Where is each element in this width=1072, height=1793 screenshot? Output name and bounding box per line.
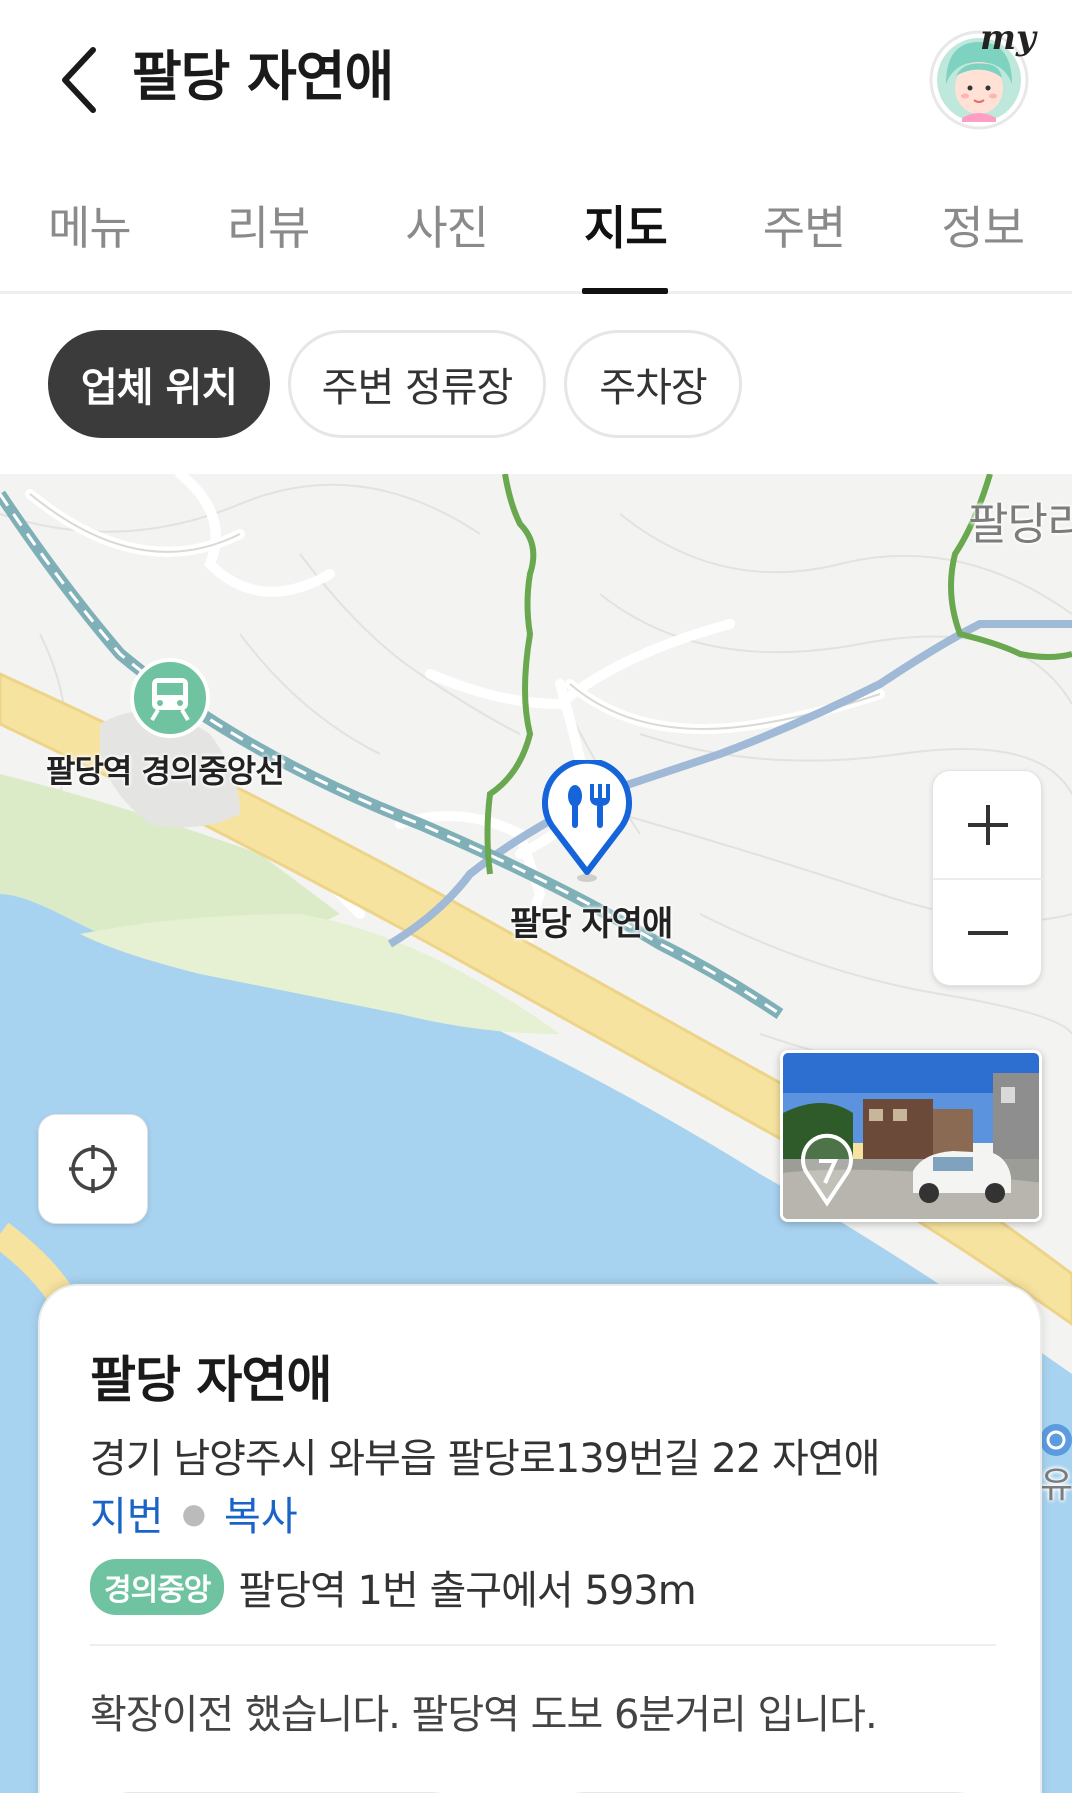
tab-menu[interactable]: 메뉴 [0,168,179,291]
train-station-icon[interactable] [130,658,210,738]
subway-line-badge: 경의중앙 [90,1559,225,1615]
tab-nearby[interactable]: 주변 [715,168,894,291]
copy-address-link[interactable]: 복사 [224,1484,298,1542]
zoom-control [932,770,1043,987]
zoom-in-button[interactable] [933,771,1043,879]
separator-dot: ● [181,1496,207,1530]
zoom-out-button[interactable] [933,879,1043,987]
chevron-left-icon [62,47,96,113]
map-filter-chips: 업체 위치 주변 정류장 주차장 [0,330,1072,438]
lot-number-link[interactable]: 지번 [90,1484,164,1542]
page-title: 팔당 자연애 [132,45,394,108]
my-profile-button[interactable]: my [928,18,1038,132]
roadview-photo [783,1053,1039,1219]
place-label: 팔당 자연애 [510,904,673,944]
chip-nearby-stops[interactable]: 주변 정류장 [288,330,546,438]
card-description: 확장이전 했습니다. 팔당역 도보 6분거리 입니다. [90,1692,878,1738]
crosshair-icon [69,1145,117,1193]
tab-map[interactable]: 지도 [536,168,715,291]
tab-review[interactable]: 리뷰 [179,168,358,291]
plus-icon [968,805,1008,845]
chip-parking[interactable]: 주차장 [564,330,742,438]
current-location-button[interactable] [38,1114,148,1224]
transit-info: 경의중앙 팔당역 1번 출구에서 593m [90,1558,697,1616]
tab-bar: 메뉴 리뷰 사진 지도 주변 정보 [0,168,1072,294]
card-address: 경기 남양주시 와부읍 팔당로139번길 22 자연애 [90,1436,880,1482]
card-divider [90,1644,996,1646]
chip-business-location[interactable]: 업체 위치 [48,330,270,438]
edge-area-label: 유 [1040,1465,1072,1506]
address-actions: 지번 ● 복사 [90,1484,298,1542]
area-label: 팔당리 [968,499,1072,550]
transit-text: 팔당역 1번 출구에서 593m [238,1568,696,1614]
restaurant-pin-icon[interactable] [538,760,636,884]
header: 팔당 자연애 my [0,0,1072,160]
tab-info[interactable]: 정보 [893,168,1072,291]
tab-photo[interactable]: 사진 [357,168,536,291]
roadview-thumbnail[interactable] [780,1050,1042,1222]
card-title: 팔당 자연애 [90,1351,332,1409]
minus-icon [968,931,1008,935]
my-label: my [980,18,1036,58]
back-button[interactable] [40,40,120,120]
station-label: 팔당역 경의중앙선 [46,752,285,790]
place-info-card: 팔당 자연애 경기 남양주시 와부읍 팔당로139번길 22 자연애 지번 ● … [38,1284,1042,1793]
